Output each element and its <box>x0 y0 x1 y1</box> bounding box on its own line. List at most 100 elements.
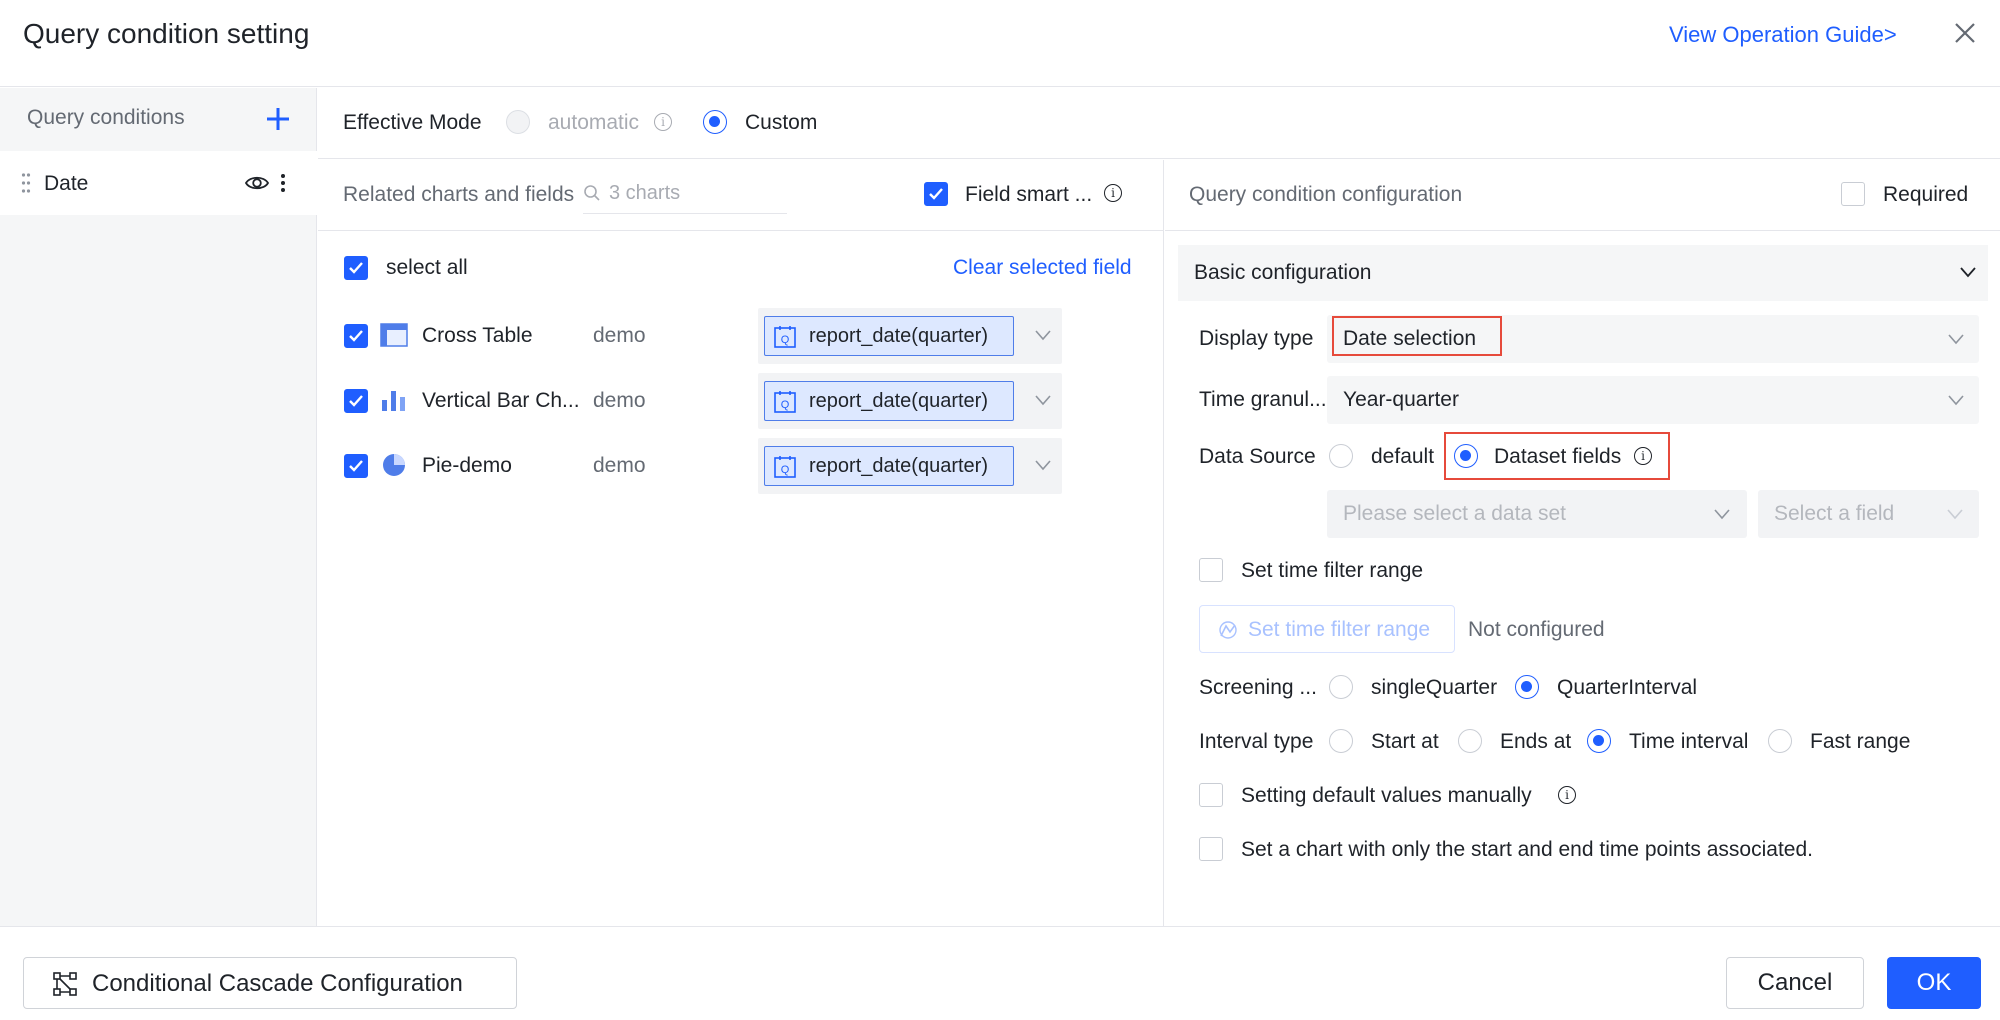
sidebar-title: Query conditions <box>27 106 185 129</box>
related-charts-panel: Related charts and fields Field smart ..… <box>318 160 1164 926</box>
time-filter-status: Not configured <box>1468 618 1605 641</box>
field-smart-label: Field smart ... <box>965 183 1093 206</box>
checkmark-icon <box>929 188 943 200</box>
section-title: Basic configuration <box>1194 261 1372 284</box>
chart-checkbox[interactable] <box>344 324 368 348</box>
table-icon <box>380 323 408 347</box>
more-vertical-icon[interactable] <box>278 171 288 195</box>
condition-item-date[interactable]: Date <box>0 151 317 215</box>
required-checkbox[interactable] <box>1841 182 1865 206</box>
field-tag-label: report_date(quarter) <box>809 455 988 477</box>
close-button[interactable] <box>1950 18 1980 48</box>
chart-search[interactable] <box>583 174 787 214</box>
automatic-radio[interactable] <box>506 110 530 134</box>
dataset-fields-radio[interactable] <box>1454 444 1478 468</box>
info-icon: i <box>654 113 672 131</box>
svg-text:Q: Q <box>781 464 790 476</box>
ends-at-radio[interactable] <box>1458 729 1482 753</box>
chevron-down-icon <box>1960 267 1976 278</box>
field-tag: Q report_date(quarter) <box>764 316 1014 356</box>
field-tag-label: report_date(quarter) <box>809 390 988 412</box>
cascade-icon <box>53 972 77 996</box>
pie-chart-icon <box>383 454 405 476</box>
add-condition-button[interactable] <box>262 103 294 135</box>
time-granularity-label: Time granul... <box>1199 388 1327 411</box>
field-smart-checkbox[interactable] <box>924 182 948 206</box>
fast-range-radio[interactable] <box>1768 729 1792 753</box>
quarter-date-icon: Q <box>774 326 796 348</box>
chart-checkbox[interactable] <box>344 389 368 413</box>
quarter-date-icon: Q <box>774 456 796 478</box>
field-select[interactable]: Select a field <box>1758 490 1979 538</box>
chevron-down-icon <box>1035 330 1051 341</box>
conditional-cascade-button[interactable]: Conditional Cascade Configuration <box>23 957 517 1009</box>
search-input[interactable] <box>609 178 779 208</box>
svg-text:Q: Q <box>781 399 790 411</box>
query-condition-dialog: Query condition setting View Operation G… <box>0 0 2000 1020</box>
quarter-date-icon: Q <box>774 391 796 413</box>
custom-radio[interactable] <box>703 110 727 134</box>
chart-row: Pie-demo demo Q report_date(quarter) <box>318 438 1164 494</box>
set-time-filter-range-button[interactable]: Set time filter range <box>1199 605 1455 653</box>
custom-label: Custom <box>745 111 818 134</box>
config-title: Query condition configuration <box>1189 183 1463 206</box>
automatic-label: automatic <box>548 111 640 134</box>
config-header: Query condition configuration Required <box>1165 160 2000 231</box>
chart-dataset: demo <box>593 324 646 347</box>
field-tag: Q report_date(quarter) <box>764 381 1014 421</box>
start-at-radio[interactable] <box>1329 729 1353 753</box>
default-radio[interactable] <box>1329 444 1353 468</box>
highlight-box <box>1332 316 1502 356</box>
default-label: default <box>1371 445 1435 468</box>
effective-mode-label: Effective Mode <box>343 111 482 134</box>
search-icon <box>584 185 600 201</box>
time-filter-checkbox[interactable] <box>1199 558 1223 582</box>
single-quarter-label: singleQuarter <box>1371 676 1498 699</box>
quarter-interval-radio[interactable] <box>1515 675 1539 699</box>
ok-button[interactable]: OK <box>1887 957 1981 1009</box>
effective-mode-bar: Effective Mode automatic i Custom <box>318 88 2000 159</box>
interval-type-label: Interval type <box>1199 730 1314 753</box>
field-select[interactable]: Q report_date(quarter) <box>758 308 1062 364</box>
set-time-filter-range-label: Set time filter range <box>1248 618 1431 641</box>
chart-checkbox[interactable] <box>344 454 368 478</box>
chart-name: Pie-demo <box>422 454 512 477</box>
info-icon: i <box>1104 184 1122 202</box>
clear-selected-field-link[interactable]: Clear selected field <box>953 256 1132 280</box>
time-granularity-select[interactable]: Year-quarter <box>1327 376 1979 424</box>
dataset-fields-label: Dataset fields <box>1494 445 1622 468</box>
dialog-footer: Conditional Cascade Configuration Cancel… <box>0 926 2000 1020</box>
default-values-label: Setting default values manually <box>1241 784 1532 807</box>
svg-text:Q: Q <box>781 334 790 346</box>
dialog-title: Query condition setting <box>23 18 310 49</box>
cancel-button[interactable]: Cancel <box>1726 957 1864 1009</box>
default-values-checkbox[interactable] <box>1199 783 1223 807</box>
chevron-down-icon <box>1948 395 1964 406</box>
basic-configuration-section[interactable]: Basic configuration <box>1178 245 1988 301</box>
field-select[interactable]: Q report_date(quarter) <box>758 373 1062 429</box>
data-source-label: Data Source <box>1199 445 1316 468</box>
chart-row: Vertical Bar Ch... demo Q report_date(qu… <box>318 373 1164 429</box>
chevron-down-icon <box>1035 460 1051 471</box>
time-granularity-value: Year-quarter <box>1343 388 1459 411</box>
field-select[interactable]: Q report_date(quarter) <box>758 438 1062 494</box>
time-interval-radio[interactable] <box>1587 729 1611 753</box>
start-at-label: Start at <box>1371 730 1439 753</box>
single-quarter-radio[interactable] <box>1329 675 1353 699</box>
checkmark-icon <box>349 262 363 274</box>
related-charts-title: Related charts and fields <box>343 183 575 206</box>
info-icon: i <box>1558 786 1576 804</box>
start-end-chart-checkbox[interactable] <box>1199 837 1223 861</box>
dataset-select[interactable]: Please select a data set <box>1327 490 1747 538</box>
drag-handle-icon[interactable] <box>21 171 31 195</box>
chart-dataset: demo <box>593 454 646 477</box>
checkmark-icon <box>349 460 363 472</box>
ends-at-label: Ends at <box>1500 730 1572 753</box>
display-type-label: Display type <box>1199 327 1314 350</box>
view-operation-guide-link[interactable]: View Operation Guide> <box>1669 22 1897 48</box>
required-label: Required <box>1883 183 1969 206</box>
checkmark-icon <box>349 330 363 342</box>
eye-icon[interactable] <box>244 171 270 195</box>
select-all-checkbox[interactable] <box>344 256 368 280</box>
query-conditions-sidebar: Query conditions Date <box>0 88 317 926</box>
